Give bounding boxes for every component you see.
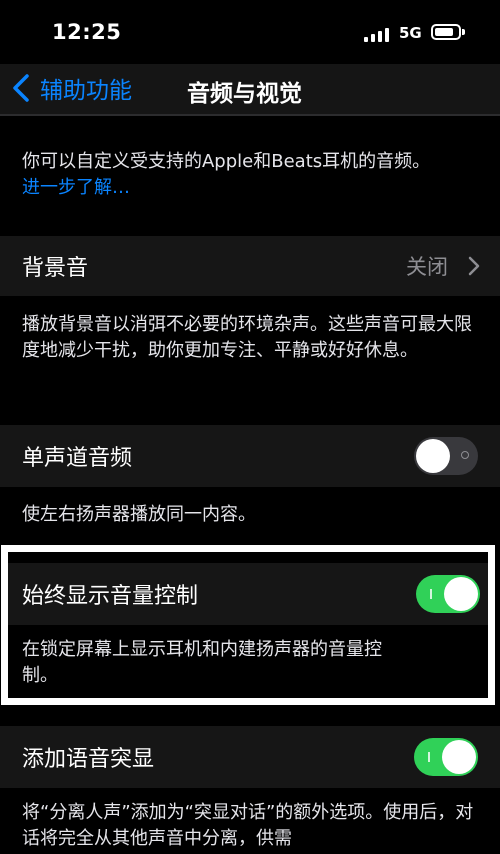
learn-more-link[interactable]: 进一步了解… (22, 177, 130, 198)
voice-isolation-description: 将“分离人声”添加为“突显对话”的额外选项。使用后，对话将完全从其他声音中分离，… (22, 802, 474, 849)
status-bar: 12:25 5G (0, 0, 500, 64)
always-show-volume-toggle[interactable] (416, 575, 480, 613)
nav-divider (0, 114, 500, 116)
voice-isolation-row: 添加语音突显 (0, 726, 500, 788)
always-show-volume-row: 始终显示音量控制 (8, 563, 488, 625)
navigation-bar: 辅助功能 音频与视觉 (0, 64, 500, 114)
mono-audio-toggle[interactable] (414, 437, 478, 475)
voice-isolation-toggle[interactable] (414, 738, 478, 776)
network-type: 5G (399, 24, 422, 42)
back-label: 辅助功能 (40, 78, 132, 104)
mono-audio-description: 使左右扬声器播放同一内容。 (22, 504, 256, 525)
battery-icon (431, 24, 465, 40)
intro-text: 你可以自定义受支持的Apple和Beats耳机的音频。 (22, 151, 431, 172)
mono-audio-label: 单声道音频 (22, 446, 133, 471)
background-sounds-description: 播放背景音以消弭不必要的环境杂声。这些声音可最大限度地减少干扰，助你更加专注、平… (22, 314, 472, 361)
always-show-volume-description: 在锁定屏幕上显示耳机和内建扬声器的音量控制。 (22, 639, 382, 686)
voice-isolation-label: 添加语音突显 (22, 747, 155, 772)
always-show-volume-label: 始终显示音量控制 (22, 584, 199, 609)
intro-note: 你可以自定义受支持的Apple和Beats耳机的音频。 进一步了解… (22, 149, 482, 201)
background-sounds-value: 关闭 (406, 255, 448, 279)
back-button[interactable]: 辅助功能 (10, 70, 132, 106)
chevron-left-icon (13, 74, 29, 102)
background-sounds-row[interactable]: 背景音 关闭 (0, 236, 500, 296)
status-time: 12:25 (52, 20, 122, 44)
mono-audio-row: 单声道音频 (0, 425, 500, 487)
page-title: 音频与视觉 (187, 81, 302, 107)
chevron-right-icon (468, 256, 480, 276)
background-sounds-label: 背景音 (22, 256, 89, 281)
signal-icon (364, 26, 394, 42)
